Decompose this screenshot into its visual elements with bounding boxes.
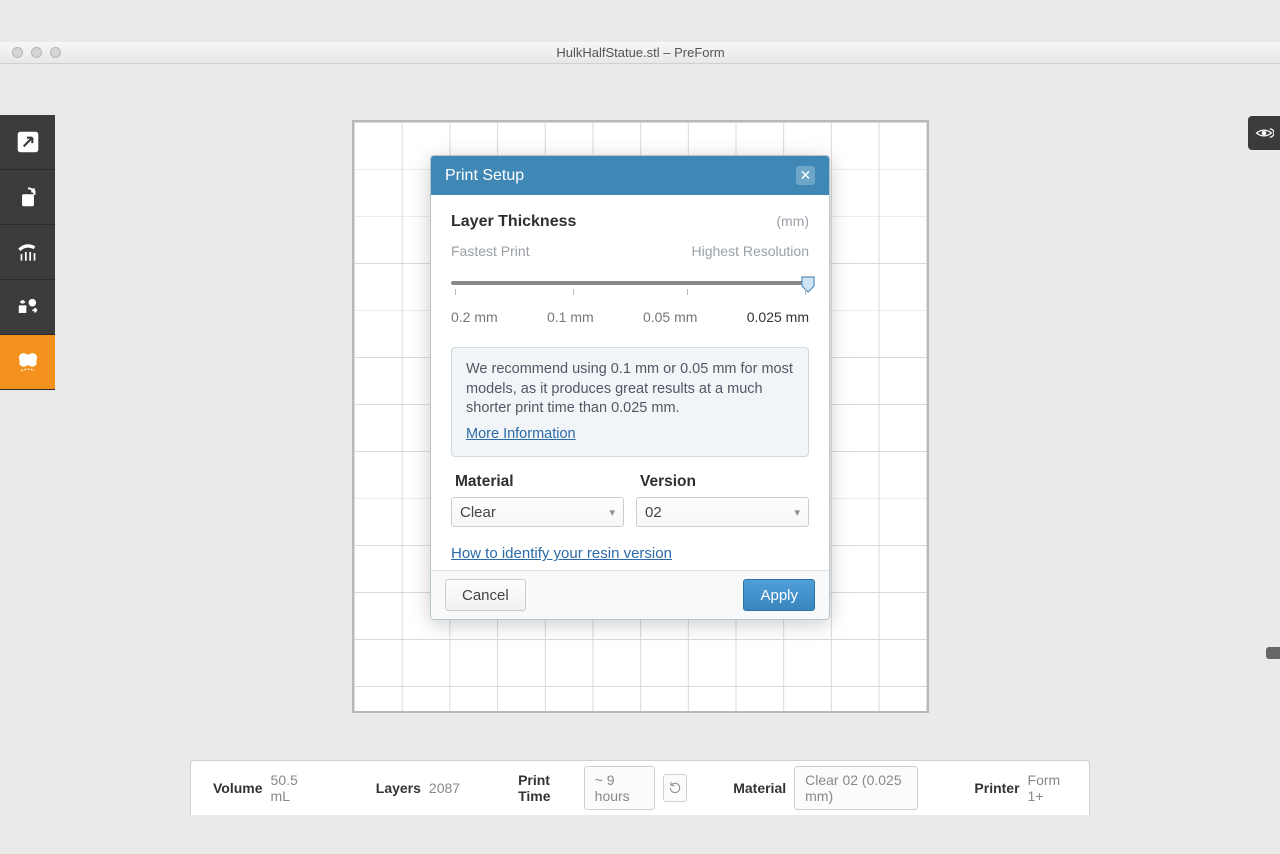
layer-thickness-label: Layer Thickness — [451, 213, 576, 231]
chevron-down-icon: ▾ — [609, 506, 615, 519]
view-toggle-button[interactable] — [1248, 116, 1280, 150]
material-status-value[interactable]: Clear 02 (0.025 mm) — [794, 766, 918, 810]
layer-slider-handle[interactable] — [1266, 647, 1280, 659]
version-value: 02 — [645, 504, 662, 521]
print-setup-dialog: Print Setup ✕ Layer Thickness (mm) Faste… — [430, 155, 830, 620]
fastest-print-label: Fastest Print — [451, 243, 530, 259]
window-title: HulkHalfStatue.stl – PreForm — [1, 45, 1280, 60]
layers-value: 2087 — [429, 780, 460, 796]
printer-label: Printer — [974, 780, 1019, 796]
left-toolbar — [0, 115, 55, 390]
print-setup-tool-button[interactable] — [0, 335, 55, 390]
butterfly-icon — [15, 349, 41, 375]
size-tool-button[interactable] — [0, 115, 55, 170]
supports-tool-button[interactable] — [0, 225, 55, 280]
dialog-close-button[interactable]: ✕ — [796, 166, 815, 185]
eye-orbit-icon — [1254, 123, 1274, 143]
material-status-label: Material — [733, 780, 786, 796]
material-value: Clear — [460, 504, 496, 521]
dialog-header: Print Setup ✕ — [431, 156, 829, 195]
recommendation-text: We recommend using 0.1 mm or 0.05 mm for… — [466, 360, 794, 419]
material-label: Material — [451, 473, 624, 491]
dialog-title: Print Setup — [445, 167, 524, 185]
status-bar: Volume 50.5 mL Layers 2087 Print Time ~ … — [190, 760, 1090, 815]
tick-3: 0.025 mm — [747, 309, 809, 325]
chevron-down-icon: ▾ — [794, 506, 800, 519]
scale-icon — [15, 129, 41, 155]
cancel-button[interactable]: Cancel — [445, 579, 526, 611]
print-time-label: Print Time — [518, 772, 576, 804]
refresh-estimate-button[interactable] — [663, 774, 687, 802]
slider-tick-values: 0.2 mm 0.1 mm 0.05 mm 0.025 mm — [451, 309, 809, 325]
version-label: Version — [636, 473, 809, 491]
material-select[interactable]: Clear ▾ — [451, 497, 624, 527]
apply-button[interactable]: Apply — [743, 579, 815, 611]
refresh-icon — [667, 780, 683, 796]
layout-tool-button[interactable] — [0, 280, 55, 335]
volume-label: Volume — [213, 780, 263, 796]
supports-icon — [15, 239, 41, 265]
tick-2: 0.05 mm — [643, 309, 697, 325]
tick-1: 0.1 mm — [547, 309, 594, 325]
printer-value: Form 1+ — [1028, 772, 1067, 804]
resin-version-help-link[interactable]: How to identify your resin version — [451, 545, 809, 562]
volume-value: 50.5 mL — [271, 772, 308, 804]
recommendation-box: We recommend using 0.1 mm or 0.05 mm for… — [451, 347, 809, 457]
more-information-link[interactable]: More Information — [466, 425, 576, 445]
rotate-icon — [15, 184, 41, 210]
print-time-value: ~ 9 hours — [584, 766, 656, 810]
layer-thickness-unit: (mm) — [776, 213, 809, 229]
layout-icon — [15, 294, 41, 320]
orient-tool-button[interactable] — [0, 170, 55, 225]
version-select[interactable]: 02 ▾ — [636, 497, 809, 527]
window-titlebar: HulkHalfStatue.stl – PreForm — [0, 42, 1280, 64]
tick-0: 0.2 mm — [451, 309, 498, 325]
layers-label: Layers — [376, 780, 421, 796]
highest-resolution-label: Highest Resolution — [691, 243, 809, 259]
close-icon: ✕ — [800, 167, 812, 184]
